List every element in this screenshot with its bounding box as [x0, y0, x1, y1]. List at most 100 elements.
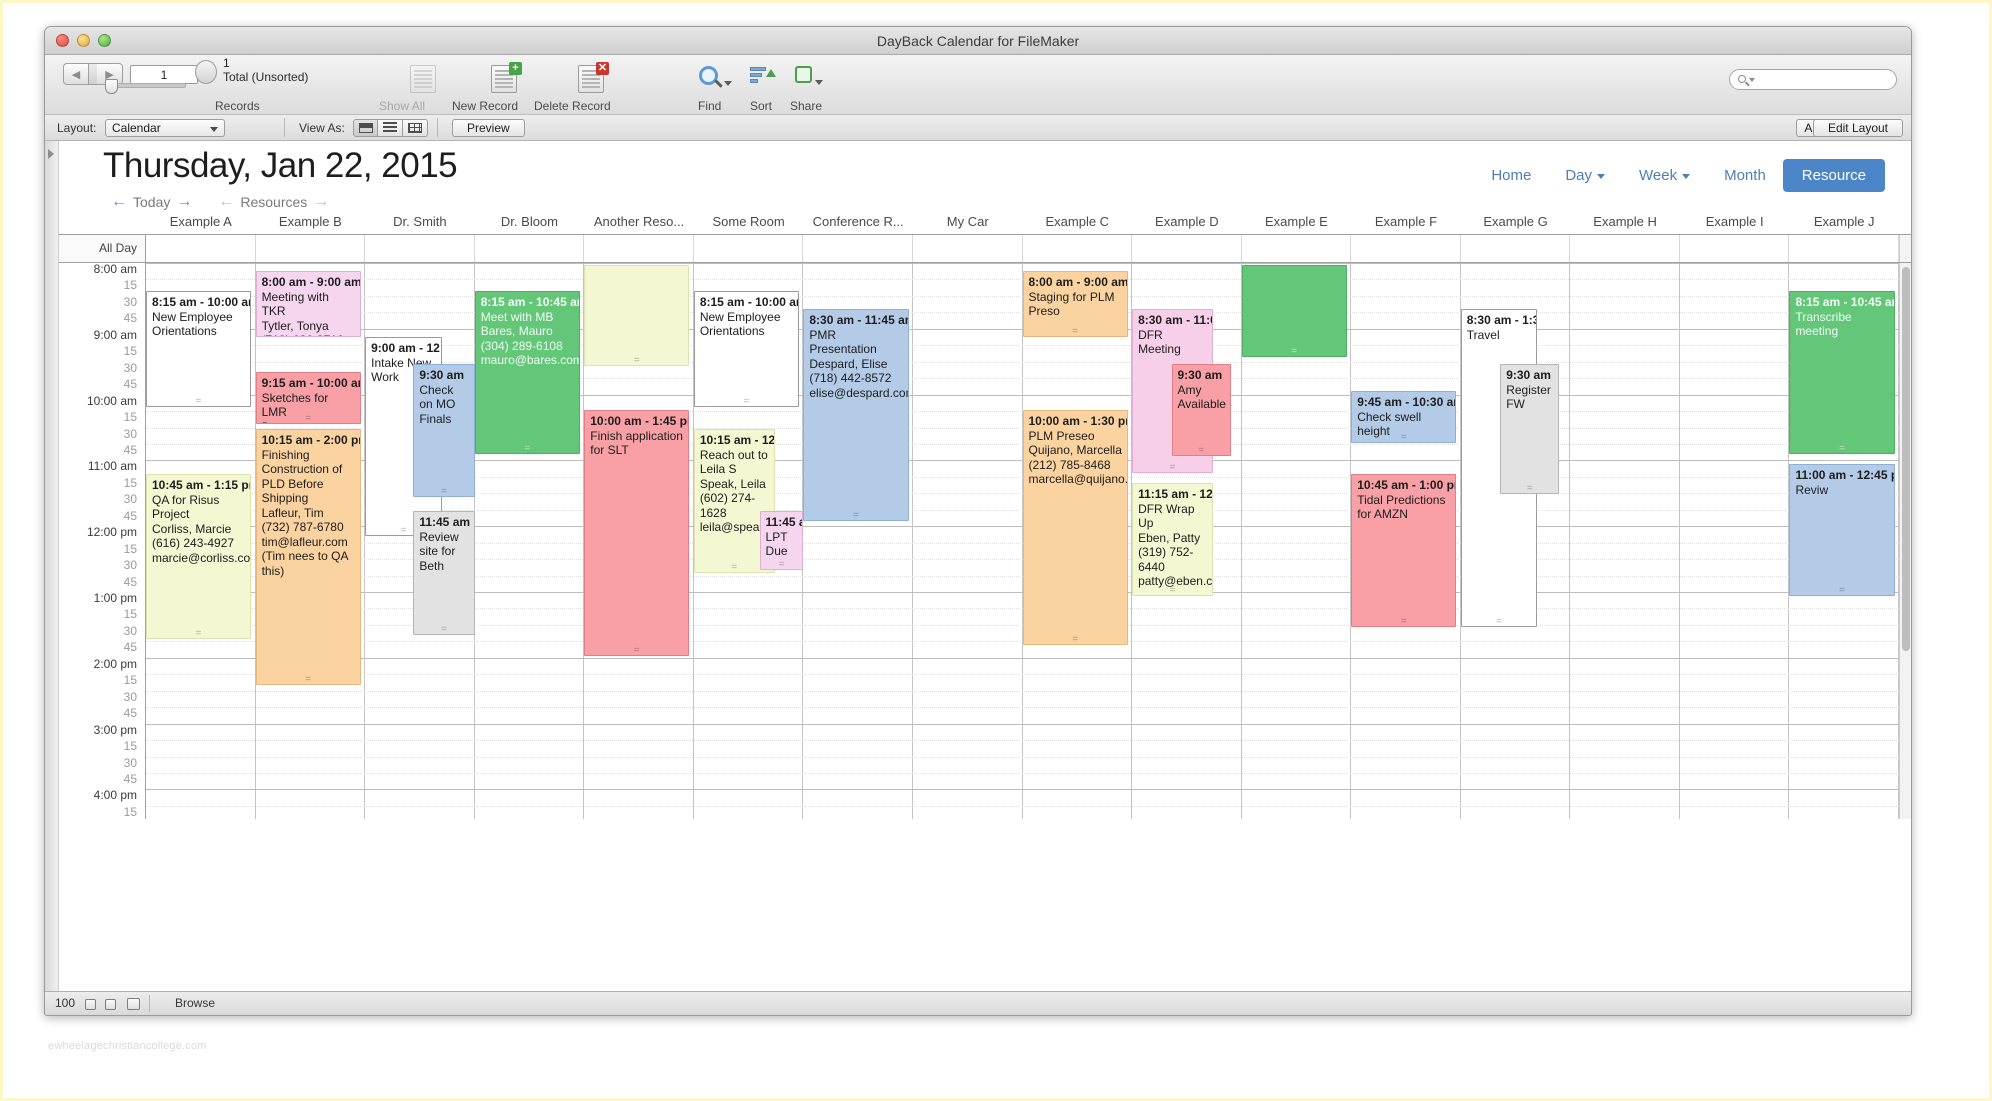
resource-column-header[interactable]: Example H — [1570, 211, 1680, 234]
find-label[interactable]: Find — [698, 99, 721, 113]
calendar-event[interactable]: 9:30 amAmyAvailable= — [1172, 364, 1231, 456]
event-resize-handle[interactable]: = — [1133, 465, 1212, 471]
status-toolbar-toggle-icon[interactable] — [127, 998, 140, 1010]
calendar-event[interactable]: 8:00 am - 9:00 amMeeting with TKRTytler,… — [256, 271, 361, 337]
share-dropdown-caret-icon[interactable] — [815, 80, 823, 85]
show-all-label[interactable]: Show All — [379, 99, 425, 113]
today-button[interactable]: Today — [133, 194, 170, 210]
event-resize-handle[interactable]: = — [1790, 588, 1893, 594]
event-resize-handle[interactable]: = — [257, 416, 360, 422]
event-resize-handle[interactable]: = — [1024, 329, 1127, 335]
new-record-label[interactable]: New Record — [452, 99, 518, 113]
event-resize-handle[interactable]: = — [761, 562, 803, 568]
resource-column-header[interactable]: Some Room — [694, 211, 804, 234]
edit-layout-button[interactable]: Edit Layout — [1813, 119, 1903, 137]
calendar-event[interactable]: 10:45 am - 1:15 pmQA for RisusProjectCor… — [146, 474, 251, 639]
preview-button[interactable]: Preview — [452, 119, 525, 137]
mode-label[interactable]: Browse — [175, 996, 215, 1010]
resource-column-header[interactable]: Example B — [256, 211, 366, 234]
show-all-icon[interactable] — [410, 65, 436, 93]
all-day-cell[interactable] — [256, 235, 366, 262]
calendar-event[interactable]: 11:45 amLPT Due= — [760, 511, 804, 570]
view-day-button[interactable]: Day — [1548, 160, 1622, 191]
all-day-cell[interactable] — [146, 235, 256, 262]
calendar-event[interactable]: = — [584, 265, 689, 366]
calendar-event[interactable]: 11:00 am - 12:45 pmReviw= — [1789, 464, 1894, 596]
resources-button[interactable]: Resources — [240, 194, 307, 210]
calendar-event[interactable]: 10:00 am - 1:45 pmFinish applicationfor … — [584, 410, 689, 656]
share-label[interactable]: Share — [790, 99, 822, 113]
calendar-event[interactable]: 10:00 am - 1:30 pmPLM PreseoQuijano, Mar… — [1023, 410, 1128, 645]
next-day-icon[interactable]: → — [170, 193, 198, 211]
calendar-event[interactable]: 8:15 am - 10:45 amMeet with MBBares, Mau… — [475, 291, 580, 454]
event-resize-handle[interactable]: = — [585, 358, 688, 364]
view-as-list-button[interactable] — [378, 119, 403, 137]
resource-column-header[interactable]: Another Reso... — [584, 211, 694, 234]
calendar-event[interactable]: 8:15 am - 10:00 amNew EmployeeOrientatio… — [694, 291, 799, 407]
calendar-event[interactable]: 9:30 amCheckon MOFinals= — [413, 364, 474, 497]
zoom-out-icon[interactable] — [85, 999, 96, 1010]
view-as-table-button[interactable] — [403, 119, 428, 137]
all-day-cell[interactable] — [1461, 235, 1571, 262]
record-slider-thumb[interactable] — [105, 79, 118, 94]
event-resize-handle[interactable]: = — [414, 489, 473, 495]
resource-column-header[interactable]: Conference R... — [803, 211, 913, 234]
event-resize-handle[interactable]: = — [804, 513, 907, 519]
all-day-cell[interactable] — [1351, 235, 1461, 262]
calendar-event[interactable]: 9:30 amRegisterFW= — [1500, 364, 1559, 494]
next-resources-icon[interactable]: → — [307, 193, 335, 211]
view-home-button[interactable]: Home — [1474, 160, 1548, 191]
resource-column-header[interactable]: Example E — [1242, 211, 1352, 234]
event-resize-handle[interactable]: = — [1790, 446, 1893, 452]
search-input[interactable] — [1729, 69, 1897, 90]
view-month-button[interactable]: Month — [1707, 160, 1783, 191]
calendar-event[interactable]: 11:15 am - 12:45 pmDFR Wrap UpEben, Patt… — [1132, 483, 1213, 596]
all-day-cell[interactable] — [1242, 235, 1352, 262]
event-resize-handle[interactable]: = — [257, 677, 360, 683]
sort-label[interactable]: Sort — [750, 99, 772, 113]
previous-record-button[interactable]: ◀ — [63, 63, 89, 85]
vertical-scrollbar[interactable] — [1899, 263, 1911, 819]
all-day-cell[interactable] — [365, 235, 475, 262]
all-day-cell[interactable] — [1023, 235, 1133, 262]
calendar-event[interactable]: 11:45 amReviewsite forBeth= — [413, 511, 474, 635]
all-day-cell[interactable] — [803, 235, 913, 262]
event-resize-handle[interactable]: = — [1462, 619, 1537, 625]
previous-resources-icon[interactable]: ← — [212, 193, 240, 211]
resource-column-header[interactable]: Example G — [1461, 211, 1571, 234]
sort-icon[interactable] — [750, 67, 766, 85]
calendar-event[interactable]: 8:15 am - 10:45 amTranscribemeeting= — [1789, 291, 1894, 454]
all-day-cell[interactable] — [584, 235, 694, 262]
calendar-event[interactable]: 9:45 am - 10:30 amCheck swellheight= — [1351, 391, 1456, 443]
view-resource-button[interactable]: Resource — [1783, 159, 1885, 192]
calendar-event[interactable]: 8:00 am - 9:00 amStaging for PLMPreso= — [1023, 271, 1128, 337]
event-resize-handle[interactable]: = — [1173, 448, 1230, 454]
all-day-cell[interactable] — [913, 235, 1023, 262]
search-menu-caret-icon[interactable] — [1749, 78, 1755, 82]
resource-column-header[interactable]: Dr. Smith — [365, 211, 475, 234]
event-resize-handle[interactable]: = — [1243, 349, 1346, 355]
delete-record-icon[interactable]: ✕ — [578, 65, 604, 93]
calendar-event[interactable]: 10:45 am - 1:00 pmTidal Predictionsfor A… — [1351, 474, 1456, 627]
find-icon[interactable] — [699, 66, 718, 85]
event-resize-handle[interactable]: = — [1024, 637, 1127, 643]
all-day-cell[interactable] — [475, 235, 585, 262]
resource-column-header[interactable]: Example C — [1023, 211, 1133, 234]
view-week-button[interactable]: Week — [1622, 160, 1707, 191]
delete-record-label[interactable]: Delete Record — [534, 99, 611, 113]
layout-select[interactable]: Calendar — [105, 119, 225, 137]
calendar-event[interactable]: 8:15 am - 10:00 amNew EmployeeOrientatio… — [146, 291, 251, 407]
current-record-input[interactable]: 1 — [130, 65, 198, 84]
zoom-in-icon[interactable] — [105, 999, 116, 1010]
resource-column-header[interactable]: Example J — [1789, 211, 1899, 234]
calendar-event[interactable]: 10:15 am - 2:00 pmFinishingConstruction … — [256, 429, 361, 685]
all-day-cell[interactable] — [1680, 235, 1790, 262]
all-day-cell[interactable] — [1570, 235, 1680, 262]
previous-day-icon[interactable]: ← — [105, 193, 133, 211]
resource-column-header[interactable]: Example A — [146, 211, 256, 234]
resource-column-header[interactable]: Example D — [1132, 211, 1242, 234]
expand-rail-icon[interactable] — [48, 149, 54, 159]
record-slider-track[interactable] — [108, 83, 186, 88]
view-as-segmented-control[interactable] — [353, 119, 428, 137]
resource-column-header[interactable]: Dr. Bloom — [475, 211, 585, 234]
